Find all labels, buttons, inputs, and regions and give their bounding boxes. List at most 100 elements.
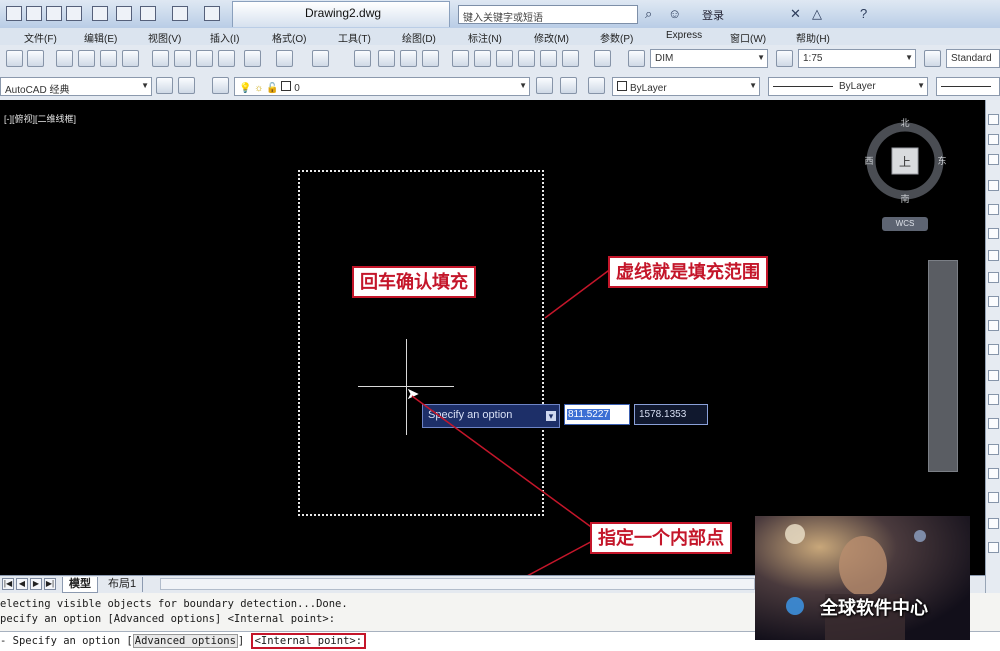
- viewcube[interactable]: 上 北 南 东 西: [862, 118, 948, 204]
- dim-style-select[interactable]: DIM ▼: [650, 49, 768, 68]
- zoom-realtime-icon[interactable]: [378, 50, 395, 67]
- login-button[interactable]: 登录: [702, 7, 724, 23]
- zoom-window-icon[interactable]: [400, 50, 417, 67]
- mtext-icon[interactable]: [988, 542, 999, 553]
- point-icon[interactable]: [988, 418, 999, 429]
- menu-tools[interactable]: 工具(T): [338, 30, 371, 45]
- text-style-icon[interactable]: [628, 50, 645, 67]
- preview-icon[interactable]: [78, 50, 95, 67]
- copy-icon[interactable]: [174, 50, 191, 67]
- menu-format[interactable]: 格式(O): [272, 30, 306, 45]
- menu-parametric[interactable]: 参数(P): [600, 30, 633, 45]
- 3d-print-icon[interactable]: [122, 50, 139, 67]
- wcs-menu[interactable]: WCS: [882, 217, 928, 231]
- undo-icon[interactable]: [140, 6, 156, 21]
- pan-icon[interactable]: [354, 50, 371, 67]
- menu-view[interactable]: 视图(V): [148, 30, 181, 45]
- text-style-select[interactable]: Standard: [946, 49, 1000, 68]
- gradient-icon[interactable]: [988, 468, 999, 479]
- horizontal-scrollbar[interactable]: [160, 578, 755, 590]
- dimension-style-icon[interactable]: [776, 50, 793, 67]
- ellipse-arc-icon[interactable]: [988, 344, 999, 355]
- tool-palettes-icon[interactable]: [496, 50, 513, 67]
- help-icon[interactable]: ?: [860, 6, 867, 21]
- menu-edit[interactable]: 编辑(E): [84, 30, 117, 45]
- layer-properties-icon[interactable]: [212, 77, 229, 94]
- sheet-set-icon[interactable]: [518, 50, 535, 67]
- linetype-select[interactable]: ByLayer ▼: [768, 77, 928, 96]
- redo-icon[interactable]: [172, 6, 188, 21]
- a360-icon[interactable]: △: [812, 6, 822, 22]
- hatch-icon[interactable]: [988, 444, 999, 455]
- previous-tab-icon[interactable]: ◀: [16, 578, 28, 590]
- line-tool-icon[interactable]: [988, 114, 999, 125]
- insert-block-icon[interactable]: [988, 370, 999, 381]
- circle-icon[interactable]: [988, 250, 999, 261]
- undo-icon[interactable]: [276, 50, 293, 67]
- viewcube-south[interactable]: 南: [900, 193, 909, 204]
- region-icon[interactable]: [988, 492, 999, 503]
- color-select[interactable]: ByLayer ▼: [612, 77, 760, 96]
- publish-icon[interactable]: [100, 50, 117, 67]
- plot-icon[interactable]: [56, 50, 73, 67]
- new-icon[interactable]: [26, 6, 42, 21]
- revcloud-icon[interactable]: [988, 272, 999, 283]
- spline-icon[interactable]: [988, 296, 999, 307]
- design-center-icon[interactable]: [474, 50, 491, 67]
- make-block-icon[interactable]: [988, 394, 999, 405]
- advanced-options-link[interactable]: Advanced options: [132, 634, 238, 648]
- last-tab-icon[interactable]: ▶|: [44, 578, 56, 590]
- construction-line-icon[interactable]: [988, 134, 999, 145]
- polygon-icon[interactable]: [988, 180, 999, 191]
- viewcube-east[interactable]: 东: [937, 155, 946, 167]
- arc-icon[interactable]: [988, 228, 999, 239]
- layer-state-icon[interactable]: [588, 77, 605, 94]
- redo-icon[interactable]: [312, 50, 329, 67]
- quickcalc-icon[interactable]: [562, 50, 579, 67]
- properties-icon[interactable]: [452, 50, 469, 67]
- scale-select[interactable]: 1:75 ▼: [798, 49, 916, 68]
- workspace-settings-icon[interactable]: [156, 77, 173, 94]
- next-tab-icon[interactable]: ▶: [30, 578, 42, 590]
- internal-point-option[interactable]: <Internal point>:: [250, 633, 367, 649]
- viewcube-top-face[interactable]: 上: [899, 155, 911, 169]
- viewcube-west[interactable]: 西: [864, 156, 873, 167]
- menu-insert[interactable]: 插入(I): [210, 30, 239, 45]
- table-style-icon[interactable]: [924, 50, 941, 67]
- workspace-select[interactable]: AutoCAD 经典 ▼: [0, 77, 152, 96]
- zoom-previous-icon[interactable]: [422, 50, 439, 67]
- customize-icon[interactable]: [178, 77, 195, 94]
- match-properties-icon[interactable]: [218, 50, 235, 67]
- markup-icon[interactable]: [540, 50, 557, 67]
- print-icon[interactable]: [116, 6, 132, 21]
- user-icon[interactable]: ☺: [668, 6, 681, 21]
- menu-file[interactable]: 文件(F): [24, 30, 57, 45]
- layer-select[interactable]: 💡 ☼ 🔓 0 ▼: [234, 77, 530, 96]
- block-editor-icon[interactable]: [244, 50, 261, 67]
- menu-express[interactable]: Express: [666, 30, 702, 41]
- lineweight-select[interactable]: [936, 77, 1000, 96]
- menu-modify[interactable]: 修改(M): [534, 30, 569, 45]
- table-icon[interactable]: [988, 518, 999, 529]
- menu-window[interactable]: 窗口(W): [730, 30, 766, 45]
- cut-icon[interactable]: [152, 50, 169, 67]
- new-icon[interactable]: [6, 50, 23, 67]
- polyline-icon[interactable]: [988, 154, 999, 165]
- layer-previous-icon[interactable]: [560, 77, 577, 94]
- save-as-icon[interactable]: [92, 6, 108, 21]
- open-icon[interactable]: [46, 6, 62, 21]
- binoculars-icon[interactable]: ⌕: [645, 6, 652, 22]
- menu-draw[interactable]: 绘图(D): [402, 30, 436, 45]
- menu-dimension[interactable]: 标注(N): [468, 30, 502, 45]
- ellipse-icon[interactable]: [988, 320, 999, 331]
- menu-help[interactable]: 帮助(H): [796, 30, 830, 45]
- navigation-bar[interactable]: [928, 260, 958, 472]
- search-input[interactable]: 键入关键字或短语: [458, 5, 638, 24]
- tab-layout1[interactable]: 布局1: [102, 577, 144, 592]
- workspace-dropdown-icon[interactable]: [204, 6, 220, 21]
- rectangle-icon[interactable]: [988, 204, 999, 215]
- paste-icon[interactable]: [196, 50, 213, 67]
- save-icon[interactable]: [66, 6, 82, 21]
- first-tab-icon[interactable]: |◀: [2, 578, 14, 590]
- make-current-icon[interactable]: [536, 77, 553, 94]
